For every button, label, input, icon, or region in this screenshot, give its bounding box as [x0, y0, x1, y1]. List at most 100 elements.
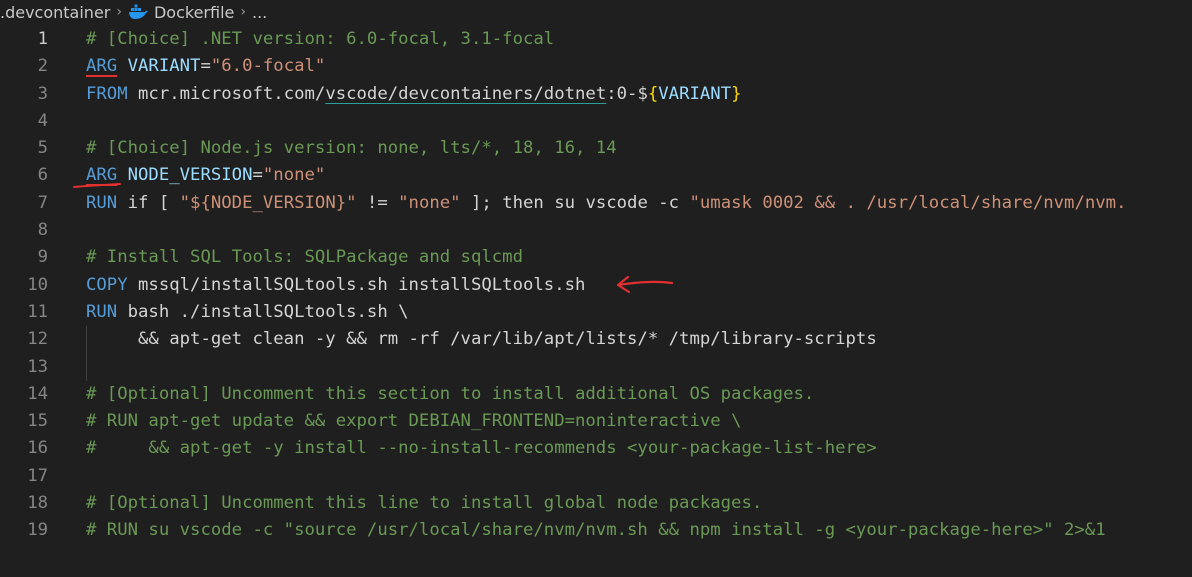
line-number: 7	[37, 192, 48, 213]
code-line[interactable]: 18 # [Optional] Uncomment this line to in…	[0, 490, 1192, 517]
code-token: :0-$	[606, 83, 648, 104]
line-number: 8	[37, 220, 48, 241]
code-line[interactable]: 2 ARG VARIANT="6.0-focal"	[0, 53, 1192, 80]
line-number: 1	[37, 29, 48, 49]
line-content[interactable]: # [Choice] Node.js version: none, lts/*,…	[86, 135, 617, 162]
code-line[interactable]: 15 # RUN apt-get update && export DEBIAN_…	[0, 408, 1192, 435]
line-content[interactable]: ARG VARIANT="6.0-focal"	[86, 53, 325, 80]
code-token: vscode/devcontainers/dotnet	[325, 83, 607, 104]
code-token: =	[200, 56, 211, 77]
code-line[interactable]: 9 # Install SQL Tools: SQLPackage and sql…	[0, 244, 1192, 271]
code-line[interactable]: 10 COPY mssql/installSQLtools.sh installS…	[0, 272, 1192, 299]
code-token: ARG	[86, 56, 118, 77]
code-area[interactable]: 1 # [Choice] .NET version: 6.0-focal, 3.1…	[0, 26, 1192, 545]
line-number: 4	[37, 110, 48, 131]
line-number: 3	[37, 83, 48, 104]
code-token: # [Choice] Node.js version: none, lts/*,…	[86, 138, 617, 159]
code-token: # && apt-get -y install --no-install-rec…	[86, 438, 877, 459]
code-token: "none"	[262, 165, 326, 186]
code-token: RUN	[86, 301, 118, 322]
code-line[interactable]: 14 # [Optional] Uncomment this section to…	[0, 381, 1192, 408]
code-token: VARIANT	[127, 56, 201, 77]
code-token: "${NODE_VERSION}"	[179, 192, 357, 213]
code-line[interactable]: 8	[0, 217, 1192, 244]
breadcrumb-more[interactable]: ...	[252, 3, 267, 22]
code-line[interactable]: 19 # RUN su vscode -c "source /usr/local/…	[0, 517, 1192, 544]
code-token: }	[731, 83, 742, 104]
code-editor[interactable]: .devcontainer › Dockerfile › ... 1 # [Cho…	[0, 0, 1192, 577]
line-number: 11	[27, 301, 48, 322]
code-line[interactable]: 6 ARG NODE_VERSION="none"	[0, 162, 1192, 189]
code-token: # Install SQL Tools: SQLPackage and sqlc…	[86, 247, 523, 268]
line-number: 19	[27, 520, 48, 541]
line-content[interactable]: # && apt-get -y install --no-install-rec…	[86, 435, 877, 462]
code-line[interactable]: 13	[0, 353, 1192, 381]
code-token: # [Optional] Uncomment this section to i…	[86, 383, 815, 404]
chevron-right-icon: ›	[116, 4, 122, 20]
code-token: # RUN su vscode -c "source /usr/local/sh…	[86, 520, 1106, 541]
line-number: 5	[37, 138, 48, 159]
code-token: mcr.microsoft.com/	[127, 83, 326, 104]
code-token: "umask 0002 && . /usr/local/share/nvm/nv…	[689, 192, 1127, 213]
line-number: 10	[27, 274, 48, 295]
line-content[interactable]: # [Choice] .NET version: 6.0-focal, 3.1-…	[86, 26, 554, 53]
line-number: 13	[27, 356, 48, 377]
line-content[interactable]: # Install SQL Tools: SQLPackage and sqlc…	[86, 244, 523, 271]
line-number: 2	[37, 56, 48, 77]
code-line[interactable]: 12 && apt-get clean -y && rm -rf /var/li…	[0, 326, 1192, 354]
line-content[interactable]: # [Optional] Uncomment this section to i…	[86, 381, 814, 408]
code-token: NODE_VERSION	[127, 165, 253, 186]
code-line[interactable]: 7 RUN if [ "${NODE_VERSION}" != "none" ];…	[0, 190, 1192, 217]
code-token: ARG	[86, 165, 118, 186]
line-content[interactable]: RUN if [ "${NODE_VERSION}" != "none" ]; …	[86, 190, 1126, 217]
line-content[interactable]: ARG NODE_VERSION="none"	[86, 162, 325, 189]
code-token: "6.0-focal"	[210, 56, 326, 77]
code-line[interactable]: 1 # [Choice] .NET version: 6.0-focal, 3.1…	[0, 26, 1192, 53]
breadcrumb-file[interactable]: Dockerfile	[154, 3, 234, 22]
line-content[interactable]: # [Optional] Uncomment this line to inst…	[86, 490, 762, 517]
line-number: 15	[27, 411, 48, 432]
line-content[interactable]: && apt-get clean -y && rm -rf /var/lib/a…	[86, 326, 877, 353]
line-number: 18	[27, 493, 48, 514]
line-content[interactable]: # RUN su vscode -c "source /usr/local/sh…	[86, 517, 1106, 544]
code-line[interactable]: 5 # [Choice] Node.js version: none, lts/*…	[0, 135, 1192, 162]
code-token: !=	[356, 192, 399, 213]
code-line[interactable]: 4	[0, 108, 1192, 135]
code-token: && apt-get clean -y && rm -rf /var/lib/a…	[86, 329, 877, 350]
code-line[interactable]: 11 RUN bash ./installSQLtools.sh \	[0, 299, 1192, 326]
code-token: # [Optional] Uncomment this line to inst…	[86, 493, 763, 514]
code-line[interactable]: 17	[0, 463, 1192, 490]
code-line[interactable]: 3 FROM mcr.microsoft.com/vscode/devcontai…	[0, 81, 1192, 108]
docker-whale-icon	[128, 4, 148, 20]
chevron-right-icon: ›	[240, 4, 246, 20]
code-token: mssql/installSQLtools.sh installSQLtools…	[127, 274, 586, 295]
line-number: 12	[27, 329, 48, 350]
code-line[interactable]: 16 # && apt-get -y install --no-install-r…	[0, 435, 1192, 462]
line-number: 9	[37, 247, 48, 268]
line-content[interactable]: FROM mcr.microsoft.com/vscode/devcontain…	[86, 81, 742, 108]
code-token: RUN	[86, 192, 118, 213]
line-content[interactable]: # RUN apt-get update && export DEBIAN_FR…	[86, 408, 741, 435]
line-content[interactable]: COPY mssql/installSQLtools.sh installSQL…	[86, 272, 585, 299]
line-content[interactable]: RUN bash ./installSQLtools.sh \	[86, 299, 409, 326]
code-token: # RUN apt-get update && export DEBIAN_FR…	[86, 411, 742, 432]
line-number: 6	[37, 165, 48, 186]
line-number: 16	[27, 438, 48, 459]
code-token: # [Choice] .NET version: 6.0-focal, 3.1-…	[86, 29, 555, 49]
line-number: 17	[27, 465, 48, 486]
breadcrumb: .devcontainer › Dockerfile › ...	[0, 0, 267, 24]
code-token: =	[252, 165, 263, 186]
breadcrumb-folder[interactable]: .devcontainer	[0, 3, 110, 22]
indent-guide	[86, 353, 87, 381]
code-token: VARIANT	[658, 83, 732, 104]
code-token: COPY	[86, 274, 128, 295]
code-token: ]; then su vscode -c	[460, 192, 690, 213]
code-token: FROM	[86, 83, 128, 104]
code-token: "none"	[398, 192, 461, 213]
code-token: bash ./installSQLtools.sh \	[117, 301, 409, 322]
code-token: if [	[117, 192, 180, 213]
code-token: {	[647, 83, 659, 104]
line-number: 14	[27, 383, 48, 404]
